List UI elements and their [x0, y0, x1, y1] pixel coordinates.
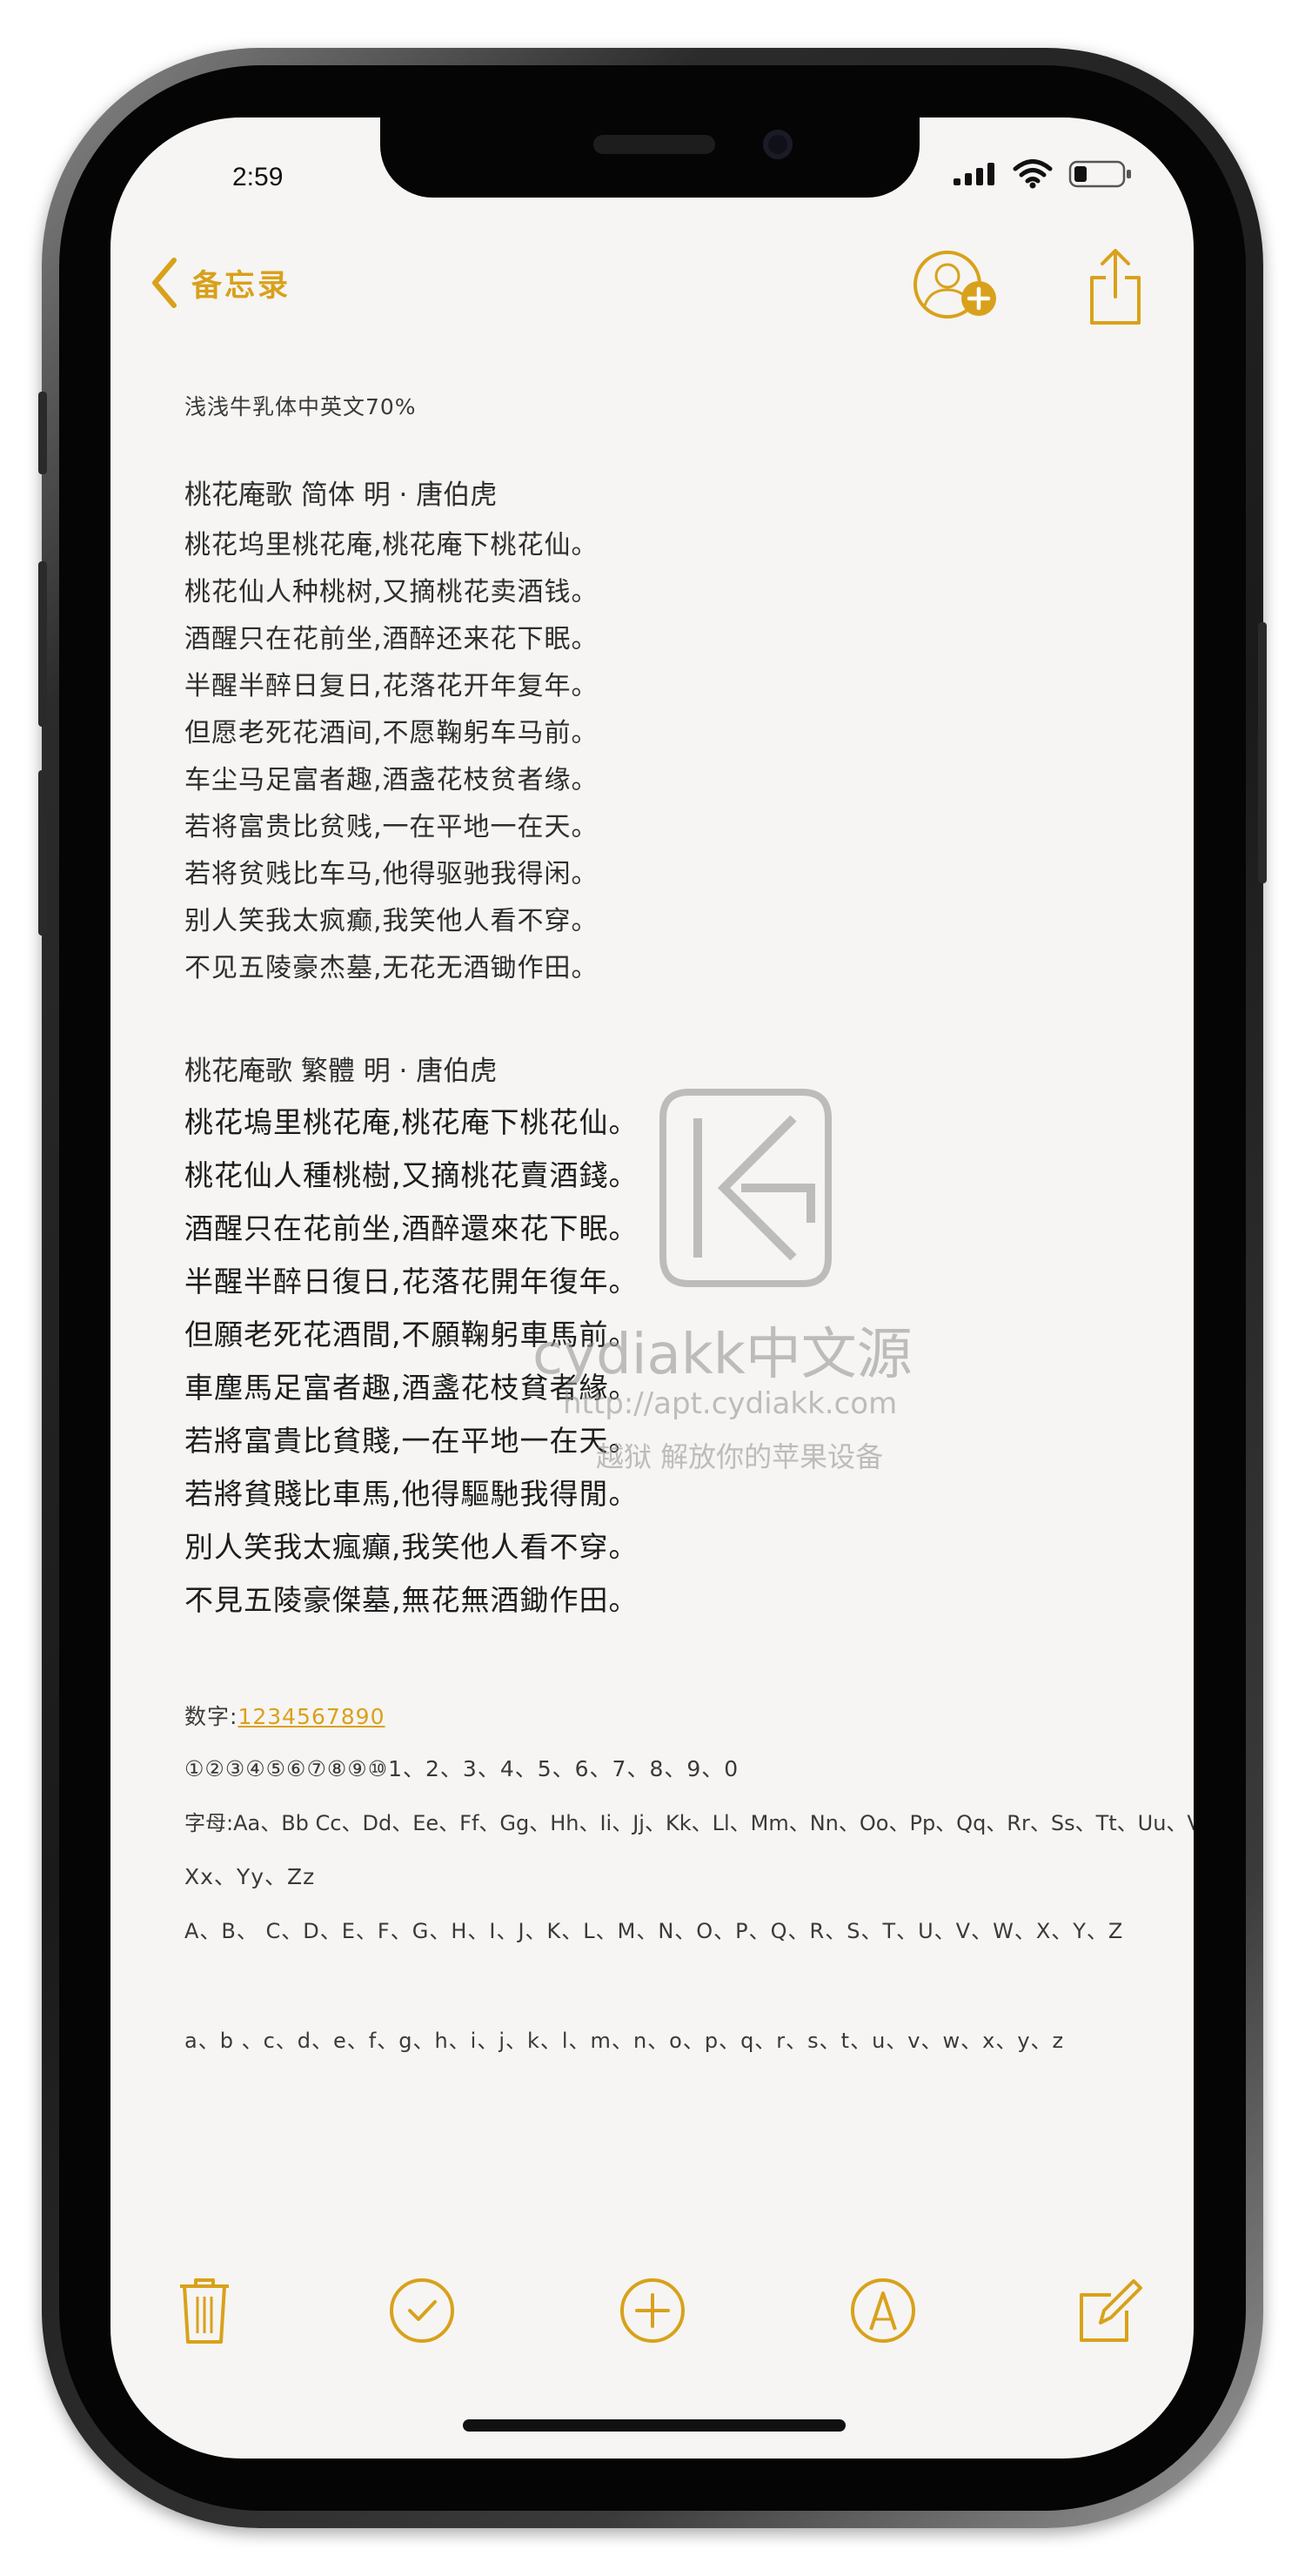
letters-line: Xx、Yy、Zz	[184, 1864, 316, 1889]
bottom-toolbar	[110, 2267, 1194, 2371]
mute-switch	[38, 392, 47, 474]
poem-simplified-line: 半醒半醉日复日,花落花开年复年。	[184, 671, 599, 701]
chevron-left-icon	[152, 258, 177, 308]
notes-screen: 2:59 备忘录 浅浅牛乳体中英文70% 桃花庵歌 简体 明 · 唐伯虎 桃花坞…	[110, 117, 1194, 2459]
digits-link[interactable]: 1234567890	[238, 1704, 385, 1729]
poem-traditional-line: 酒醒只在花前坐,酒醉還來花下眠。	[184, 1211, 639, 1245]
add-person-button[interactable]	[911, 250, 1001, 326]
digits-line: 数字:1234567890	[184, 1700, 385, 1731]
home-indicator[interactable]	[463, 2419, 846, 2432]
poem-traditional-line: 半醒半醉日復日,花落花開年復年。	[184, 1265, 639, 1298]
watermark: cydiakk中文源 http://apt.cydiakk.com 越狱 解放你…	[532, 1083, 1033, 1519]
checkmark-circle-icon	[390, 2278, 454, 2343]
poem-simplified-line: 桃花坞里桃花庵,桃花庵下桃花仙。	[184, 530, 599, 560]
status-time: 2:59	[232, 163, 284, 191]
earpiece-speaker	[593, 135, 715, 154]
checklist-button[interactable]	[387, 2276, 457, 2345]
battery-icon	[1068, 160, 1131, 188]
poem-traditional-line: 車塵馬足富者趣,酒盞花枝貧者緣。	[184, 1371, 639, 1405]
poem-simplified-line: 车尘马足富者趣,酒盏花枝贫者缘。	[184, 765, 599, 795]
watermark-slogan: 越狱 解放你的苹果设备	[596, 1440, 884, 1473]
poem-simplified-line: 不见五陵豪杰墓,无花无酒锄作田。	[184, 953, 599, 983]
circled-digits-line: ①②③④⑤⑥⑦⑧⑨⑩1、2、3、4、5、6、7、8、9、0	[184, 1756, 740, 1781]
poem-traditional-line: 但願老死花酒間,不願鞠躬車馬前。	[184, 1318, 639, 1352]
wifi-icon	[1013, 159, 1053, 189]
poem-traditional-line: 若將貧賤比車馬,他得驅馳我得閒。	[184, 1477, 639, 1511]
plus-circle-icon	[620, 2278, 685, 2343]
compose-icon	[1080, 2279, 1142, 2342]
cellular-signal-icon	[954, 163, 994, 185]
power-button	[1258, 622, 1267, 883]
delete-button[interactable]	[170, 2276, 239, 2345]
poem-traditional-line: 桃花仙人種桃樹,又摘桃花賣酒錢。	[184, 1158, 639, 1192]
add-attachment-button[interactable]	[618, 2276, 687, 2345]
poem-traditional-line: 桃花塢里桃花庵,桃花庵下桃花仙。	[184, 1105, 639, 1139]
front-camera	[763, 130, 793, 159]
cydiakk-logo-icon	[659, 1089, 832, 1287]
poem-simplified-line: 若将贫贱比车马,他得驱驰我得闲。	[184, 859, 599, 889]
poem-traditional-title: 桃花庵歌 繁體 明 · 唐伯虎	[184, 1056, 498, 1087]
poem-traditional-line: 不見五陵豪傑墓,無花無酒鋤作田。	[184, 1583, 639, 1617]
poem-simplified-line: 桃花仙人种桃树,又摘桃花卖酒钱。	[184, 577, 599, 607]
poem-simplified-line: 若将富贵比贫贱,一在平地一在天。	[184, 812, 599, 842]
uppercase-line: A、B、 C、D、E、F、G、H、I、J、K、L、M、N、O、P、Q、R、S、T…	[184, 1919, 1124, 1943]
trash-icon	[180, 2278, 229, 2344]
poem-simplified-line: 酒醒只在花前坐,酒醉还来花下眠。	[184, 624, 599, 654]
back-button-label: 备忘录	[191, 268, 291, 304]
volume-up-button	[38, 561, 47, 727]
poem-traditional-line: 若將富貴比貧賤,一在平地一在天。	[184, 1424, 639, 1458]
status-icons	[952, 159, 1133, 189]
add-person-icon	[914, 251, 996, 319]
share-button[interactable]	[1087, 248, 1144, 330]
poem-traditional-line: 別人笑我太瘋癲,我笑他人看不穿。	[184, 1530, 639, 1564]
poem-simplified-line: 但愿老死花酒间,不愿鞠躬车马前。	[184, 718, 599, 748]
markup-button[interactable]	[848, 2276, 918, 2345]
poem-simplified-line: 别人笑我太疯癫,我笑他人看不穿。	[184, 906, 599, 936]
share-icon	[1090, 249, 1141, 325]
lowercase-line: a、b 、c、d、e、f、g、h、i、j、k、l、m、n、o、p、q、r、s、t…	[184, 2029, 1065, 2053]
back-button[interactable]: 备忘录	[150, 257, 291, 309]
letters-line: 字母:Aa、Bb Cc、Dd、Ee、Ff、Gg、Hh、Ii、Jj、Kk、Ll、M…	[184, 1811, 1194, 1835]
note-header: 浅浅牛乳体中英文70%	[184, 394, 417, 419]
compose-button[interactable]	[1076, 2276, 1146, 2345]
pen-circle-icon	[851, 2278, 915, 2343]
volume-down-button	[38, 770, 47, 936]
digits-label: 数字:	[184, 1704, 238, 1729]
poem-simplified-title: 桃花庵歌 简体 明 · 唐伯虎	[184, 480, 498, 511]
notch	[380, 117, 920, 198]
